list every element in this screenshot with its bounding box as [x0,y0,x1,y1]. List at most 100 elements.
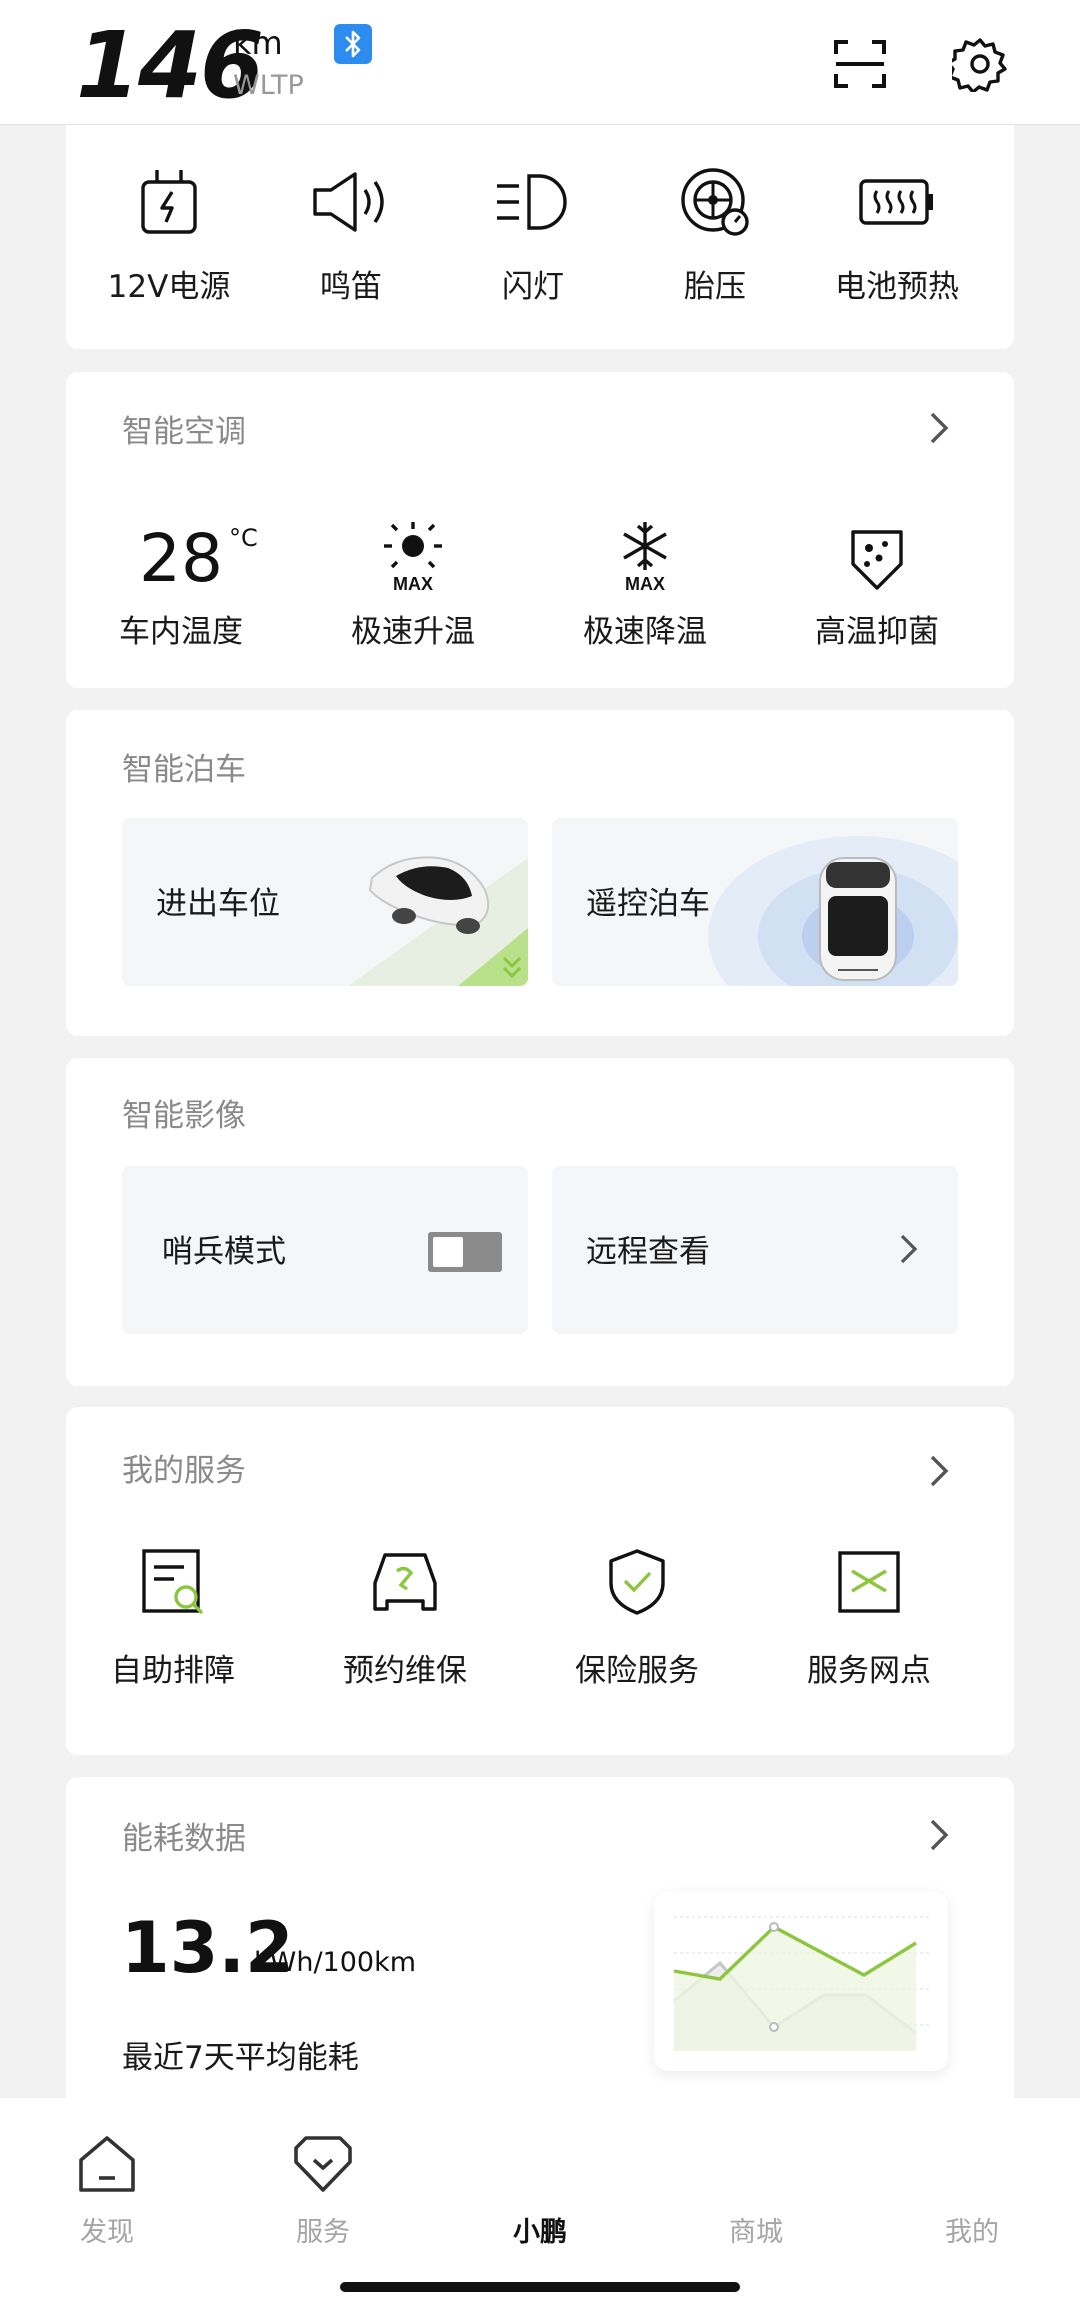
quick-flash-lights[interactable]: 闪灯 [458,157,608,306]
ac-sterilize[interactable]: 高温抑菌 [792,496,962,651]
nav-icon-slot [897,2128,1047,2200]
remote-car-illustration [708,836,958,986]
nav-label: 服务 [296,2217,350,2248]
energy-unit: kWh/100km [254,1947,417,1978]
quick-label: 电池预热 [835,269,959,305]
temperature-unit: °C [228,524,258,552]
bottom-nav: 发现 服务 小鹏 商城 我的 [0,2098,1080,2312]
parking-car-illustration [348,856,528,986]
quick-label: 闪灯 [502,269,564,305]
service-point-icon [779,1539,959,1625]
battery-heat-icon [822,157,972,247]
nav-discover[interactable]: 发现 [32,2128,182,2249]
top-bar: 146 km WLTP [0,0,1080,125]
horn-speaker-icon [276,157,426,247]
range-standard: WLTP [233,70,304,101]
max-label: MAX [625,574,665,592]
service-outlets[interactable]: 服务网点 [779,1539,959,1690]
park-in-out-tile[interactable]: 进出车位 [122,818,528,986]
snowflake-max-icon: MAX [560,496,730,592]
diagnose-doc-icon [83,1539,263,1625]
card-title: 智能空调 [122,414,246,450]
card-title: 我的服务 [122,1453,246,1489]
temperature-value: 28 °C [139,526,258,592]
ac-label: 极速降温 [583,614,707,650]
sentry-mode-tile: 哨兵模式 [122,1166,528,1334]
nav-icon-slot [465,2128,615,2200]
my-services-card: 我的服务 自助排障 预约维保 保险服务 服务网点 [66,1407,1014,1755]
bluetooth-icon[interactable] [334,24,372,64]
scan-button[interactable] [830,36,890,96]
quick-label: 胎压 [684,269,746,305]
car-wrench-icon [315,1539,495,1625]
quick-label: 鸣笛 [320,269,382,305]
ac-label: 高温抑菌 [815,614,939,650]
chevron-right-icon [898,1230,920,1272]
chevron-right-icon[interactable] [928,1815,952,1855]
ac-label: 车内温度 [119,614,243,650]
energy-card: 能耗数据 13.2 kWh/100km 最近7天平均能耗 [66,1777,1014,2117]
quick-label: 12V电源 [107,269,231,305]
quick-12v-power[interactable]: 12V电源 [94,157,244,306]
service-insurance[interactable]: 保险服务 [547,1539,727,1690]
shield-check-icon [547,1539,727,1625]
temperature-number: 28 [139,520,223,597]
ac-cabin-temperature[interactable]: 28 °C 车内温度 [96,496,266,651]
chevron-right-icon[interactable] [928,408,952,448]
max-label: MAX [393,574,433,592]
settings-button[interactable] [946,36,1010,96]
service-maintenance[interactable]: 预约维保 [315,1539,495,1690]
smart-camera-card: 智能影像 哨兵模式 远程查看 [66,1058,1014,1386]
home-icon [32,2128,182,2200]
energy-trend-thumbnail[interactable] [654,1891,948,2071]
service-label: 预约维保 [343,1653,467,1689]
shield-sterilize-icon [792,496,962,592]
gear-icon [946,36,1008,96]
quick-controls-card: 12V电源 鸣笛 闪灯 胎压 电池预热 [66,125,1014,349]
quick-horn[interactable]: 鸣笛 [276,157,426,306]
nav-label: 小鹏 [513,2217,567,2248]
nav-mall[interactable]: 商城 [681,2128,831,2249]
nav-label: 商城 [729,2217,783,2248]
smart-parking-card: 智能泊车 进出车位 遥控泊车 [66,710,1014,1036]
sentry-label: 哨兵模式 [162,1234,286,1270]
nav-service[interactable]: 服务 [248,2128,398,2249]
service-self-diagnose[interactable]: 自助排障 [83,1539,263,1690]
ac-label: 极速升温 [351,614,475,650]
ac-fast-cool[interactable]: MAX 极速降温 [560,496,730,651]
nav-xpeng[interactable]: 小鹏 [465,2128,615,2249]
chevron-right-icon[interactable] [928,1451,952,1491]
quick-tire-pressure[interactable]: 胎压 [640,157,790,306]
service-label: 自助排障 [111,1653,235,1689]
remote-parking-tile[interactable]: 遥控泊车 [552,818,958,986]
sentry-mode-toggle[interactable] [428,1232,502,1272]
tile-label: 进出车位 [156,886,280,922]
smart-ac-card: 智能空调 28 °C 车内温度 MAX 极速升温 MAX 极速降温 高温抑菌 [66,372,1014,688]
service-label: 服务网点 [807,1653,931,1689]
headlight-icon [458,157,608,247]
plug-lightning-icon [94,157,244,247]
nav-label: 发现 [80,2217,134,2248]
remote-view-label: 远程查看 [586,1234,710,1270]
sun-max-icon: MAX [328,496,498,592]
energy-description: 最近7天平均能耗 [122,2040,359,2076]
home-indicator[interactable] [340,2282,740,2292]
nav-label: 我的 [945,2217,999,2248]
quick-battery-preheat[interactable]: 电池预热 [822,157,972,306]
range-unit: km [233,24,283,62]
tire-pressure-icon [640,157,790,247]
nav-me[interactable]: 我的 [897,2128,1047,2249]
ac-fast-heat[interactable]: MAX 极速升温 [328,496,498,651]
temperature-display: 28 °C [96,496,266,592]
service-badge-icon [248,2128,398,2200]
nav-icon-slot [681,2128,831,2200]
card-title: 能耗数据 [122,1821,246,1857]
service-label: 保险服务 [575,1653,699,1689]
trend-lines-graphic [673,1916,930,2051]
card-title: 智能泊车 [122,752,246,788]
card-title: 智能影像 [122,1098,246,1134]
tile-label: 遥控泊车 [586,886,710,922]
toggle-knob [433,1237,463,1267]
remote-view-tile[interactable]: 远程查看 [552,1166,958,1334]
scan-icon [834,38,886,94]
